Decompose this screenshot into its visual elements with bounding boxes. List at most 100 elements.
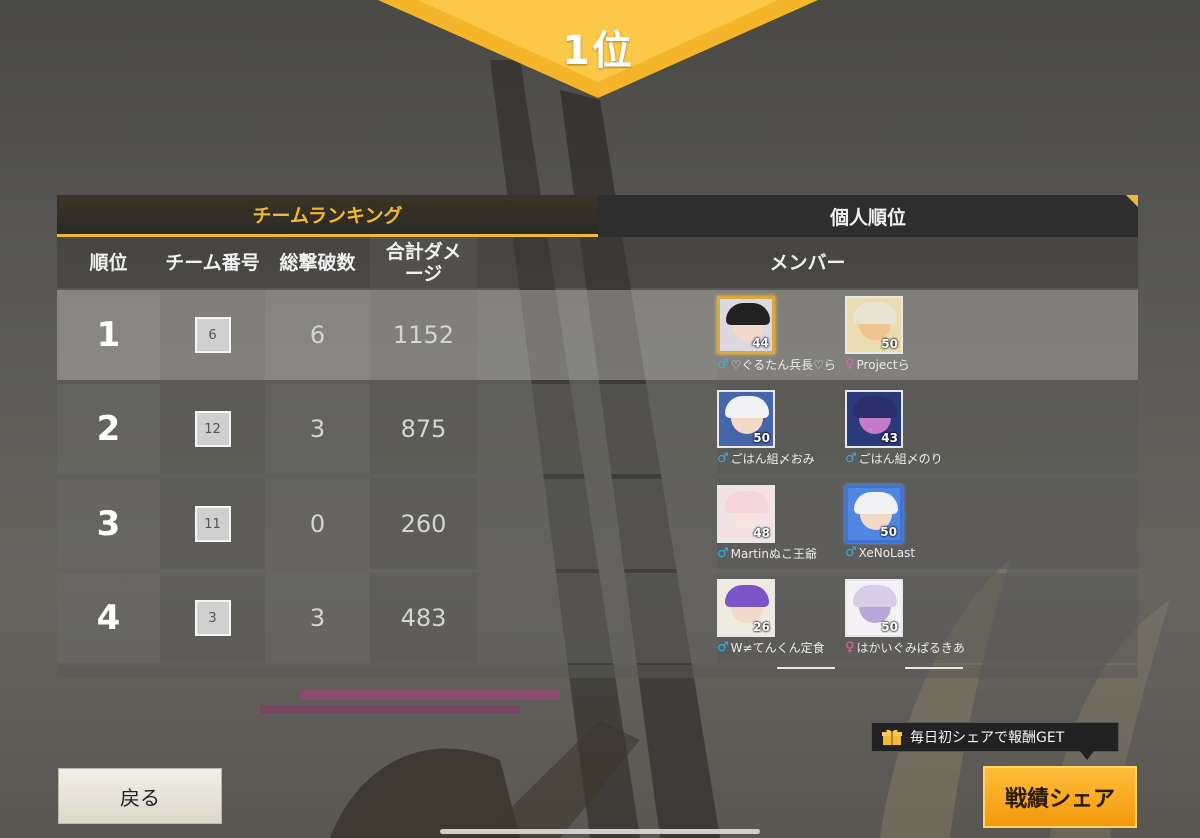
table-row[interactable]: 2 12 3 875 50 ♂ ごはん組〆おみ 43 ♂ ごはん組〆のり	[57, 384, 1138, 474]
gift-icon	[882, 729, 902, 745]
ranking-panel: チームランキング 個人順位 順位 チーム番号 総撃破数 合計ダメージ メンバー …	[57, 195, 1138, 678]
avatar-hair	[725, 585, 769, 607]
male-icon: ♂	[717, 451, 729, 466]
member-item[interactable]: 50 ♂ XeNoLast	[845, 485, 985, 560]
member-name: Projectら	[856, 358, 910, 372]
row-spacer	[477, 290, 717, 380]
table-row[interactable]: 3 11 0 260 48 ♂ Martinぬこ王爺 50 ♂ XeNoLast	[57, 479, 1138, 569]
avatar-hair	[853, 585, 897, 607]
member-item[interactable]: 50 ♀ Projectら	[845, 296, 985, 373]
female-icon: ♀	[845, 357, 855, 372]
team-badge: 6	[194, 317, 231, 353]
member-name: XeNoLast	[858, 545, 916, 560]
member-name-line: ♂ XeNoLast	[845, 545, 985, 560]
avatar-hair	[725, 396, 769, 418]
member-name-line: ♂ Martinぬこ王爺	[717, 545, 857, 562]
member-list: 44 ♂ ♡ぐるたん兵長♡ら 50 ♀ Projectら	[717, 290, 1138, 380]
kills-cell: 0	[265, 479, 370, 569]
avatar[interactable]: 50	[845, 296, 903, 354]
share-reward-tooltip: 毎日初シェアで報酬GET	[871, 722, 1119, 760]
rank-cell: 3	[57, 479, 160, 569]
team-badge: 11	[194, 506, 231, 542]
member-name-line: ♂ ごはん組〆おみ	[717, 450, 857, 467]
member-item[interactable]: 48 ♂ Martinぬこ王爺	[717, 485, 857, 562]
rank-cell: 4	[57, 573, 160, 663]
member-name-line: ♀ Projectら	[845, 356, 985, 373]
avatar[interactable]: 43	[845, 390, 903, 448]
col-members-header: メンバー	[769, 251, 846, 274]
share-tip-text: 毎日初シェアで報酬GET	[910, 730, 1065, 746]
avatar[interactable]: 48	[717, 485, 775, 543]
rank-result-text: 1位	[562, 28, 634, 74]
avatar[interactable]: 50	[845, 485, 903, 543]
team-badge: 12	[194, 411, 231, 447]
home-indicator[interactable]	[440, 829, 760, 834]
avatar[interactable]: 50	[845, 579, 903, 637]
table-row[interactable]: 1 6 6 1152 44 ♂ ♡ぐるたん兵長♡ら 50 ♀ Projectら	[57, 290, 1138, 380]
male-icon: ♂	[845, 545, 857, 560]
damage-cell: 260	[400, 510, 447, 538]
member-name: W≠てんくん定食	[730, 641, 825, 655]
member-list: 48 ♂ Martinぬこ王爺 50 ♂ XeNoLast	[717, 479, 1138, 569]
male-icon: ♂	[717, 357, 729, 372]
corner-accent	[1126, 195, 1138, 207]
avatar-level: 26	[753, 620, 770, 634]
team-cell: 6	[160, 317, 265, 353]
avatar-level: 50	[753, 431, 770, 445]
tab-team-ranking[interactable]: チームランキング	[57, 195, 598, 237]
share-results-button[interactable]: 戦績シェア	[983, 766, 1137, 828]
avatar-level: 50	[880, 525, 897, 539]
avatar-hair	[854, 492, 898, 514]
tab-bar: チームランキング 個人順位	[57, 195, 1138, 237]
avatar-hair	[853, 396, 897, 418]
col-rank-header: 順位	[89, 251, 128, 274]
member-list: 50 ♂ ごはん組〆おみ 43 ♂ ごはん組〆のり	[717, 384, 1138, 474]
member-item[interactable]: 43 ♂ ごはん組〆のり	[845, 390, 985, 467]
table-row[interactable]: 4 3 3 483 26 ♂ W≠てんくん定食 50 ♀ はかいぐみぱるきあ	[57, 573, 1138, 663]
member-item[interactable]: 50 ♂ ごはん組〆おみ	[717, 390, 857, 467]
member-item[interactable]: 44 ♂ ♡ぐるたん兵長♡ら	[717, 296, 857, 373]
avatar-stub	[777, 667, 835, 678]
member-name: ごはん組〆のり	[858, 452, 943, 466]
member-item[interactable]: 50 ♀ はかいぐみぱるきあ	[845, 579, 985, 656]
avatar[interactable]: 44	[717, 296, 775, 354]
member-name: ごはん組〆おみ	[730, 452, 815, 466]
row-spacer	[477, 384, 717, 474]
kills-cell: 6	[265, 290, 370, 380]
member-item[interactable]: 26 ♂ W≠てんくん定食	[717, 579, 857, 656]
tab-individual-ranking[interactable]: 個人順位	[598, 195, 1138, 237]
member-name-line: ♂ W≠てんくん定食	[717, 639, 857, 656]
member-name-line: ♂ ♡ぐるたん兵長♡ら	[717, 356, 857, 373]
row-spacer	[477, 573, 717, 663]
avatar-level: 48	[753, 526, 770, 540]
table-row-partial	[57, 665, 1138, 678]
damage-cell: 483	[400, 604, 447, 632]
team-cell: 12	[160, 411, 265, 447]
col-kills-header: 総撃破数	[279, 251, 356, 274]
avatar-stub	[905, 667, 963, 678]
damage-cell: 875	[400, 415, 447, 443]
kills-cell: 3	[265, 384, 370, 474]
tab-individual-label: 個人順位	[829, 206, 906, 229]
male-icon: ♂	[717, 546, 729, 561]
team-badge: 3	[194, 600, 231, 636]
back-button[interactable]: 戻る	[58, 768, 222, 824]
female-icon: ♀	[845, 640, 855, 655]
rank-cell: 2	[57, 384, 160, 474]
member-list: 26 ♂ W≠てんくん定食 50 ♀ はかいぐみぱるきあ	[717, 573, 1138, 663]
member-name: ♡ぐるたん兵長♡ら	[730, 358, 836, 372]
table-header: 順位 チーム番号 総撃破数 合計ダメージ メンバー	[57, 237, 1138, 288]
col-team-header: チーム番号	[165, 251, 260, 274]
avatar-hair	[725, 491, 769, 513]
row-spacer	[477, 479, 717, 569]
avatar[interactable]: 26	[717, 579, 775, 637]
member-name-line: ♂ ごはん組〆のり	[845, 450, 985, 467]
team-cell: 3	[160, 600, 265, 636]
damage-cell: 1152	[392, 321, 455, 349]
avatar-level: 50	[881, 337, 898, 351]
rank-cell: 1	[57, 290, 160, 380]
avatar-level: 43	[881, 431, 898, 445]
avatar-level: 44	[752, 336, 769, 350]
col-damage-header: 合計ダメージ	[370, 237, 477, 288]
avatar[interactable]: 50	[717, 390, 775, 448]
